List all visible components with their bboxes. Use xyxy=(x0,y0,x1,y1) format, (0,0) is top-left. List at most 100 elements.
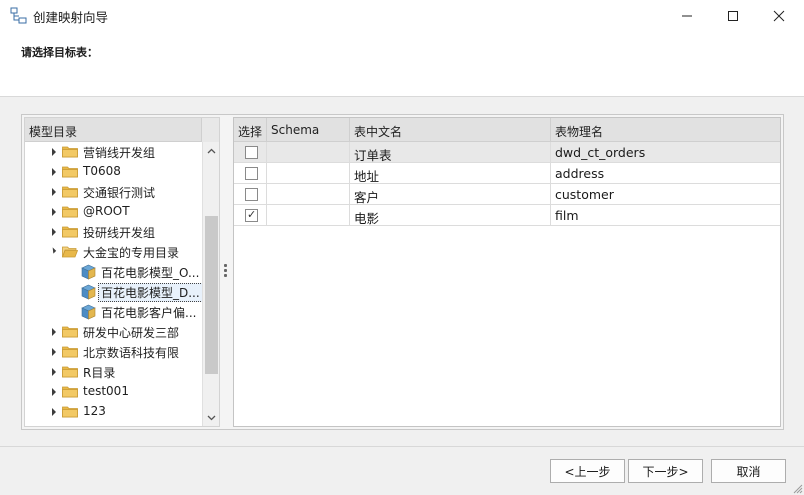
scroll-down-button[interactable] xyxy=(203,409,219,426)
physical-name-cell: address xyxy=(555,166,605,181)
collapsed-arrow-icon[interactable] xyxy=(52,408,56,416)
column-header-schema[interactable]: Schema xyxy=(267,118,350,142)
tree-item-label: 研发中心研发三部 xyxy=(83,326,180,340)
tree-model-item[interactable]: 百花电影模型_D... xyxy=(25,282,203,302)
expanded-arrow-icon[interactable] xyxy=(49,247,57,254)
cn-name-cell: 客户 xyxy=(350,184,551,205)
tree-folder-item[interactable]: 北京数语科技有限 xyxy=(25,342,202,362)
tree-item-label: 投研线开发组 xyxy=(83,226,156,240)
checkmark-icon: ✓ xyxy=(247,208,257,221)
tree-item-label: T0608 xyxy=(83,164,121,178)
folder-icon xyxy=(62,366,78,378)
window-title: 创建映射向导 xyxy=(33,10,109,25)
tree-folder-item[interactable]: test001 xyxy=(25,382,202,402)
tree-folder-item[interactable]: 研发中心研发三部 xyxy=(25,322,202,342)
tree-model-item[interactable]: 百花电影客户偏... xyxy=(25,302,202,322)
scroll-up-button[interactable] xyxy=(203,142,219,159)
tree-folder-item[interactable]: @ROOT xyxy=(25,202,202,222)
column-header-cn-name[interactable]: 表中文名 xyxy=(350,118,551,142)
schema-cell xyxy=(267,205,350,226)
tree-item-label: 百花电影客户偏... xyxy=(101,306,197,320)
table-row[interactable]: 地址 address xyxy=(234,163,780,184)
folder-icon xyxy=(62,166,78,178)
schema-cell xyxy=(267,163,350,184)
cn-name-cell: 电影 xyxy=(350,205,551,226)
folder-icon xyxy=(62,386,78,398)
collapsed-arrow-icon[interactable] xyxy=(52,148,56,156)
schema-cell xyxy=(267,184,350,205)
folder-icon xyxy=(62,146,78,158)
tree-item-label-selected: 百花电影模型_D... xyxy=(98,283,203,302)
cn-name-cell: 地址 xyxy=(350,163,551,184)
table-row[interactable]: 客户 customer xyxy=(234,184,780,205)
footer-divider xyxy=(0,446,804,447)
tree-folder-item[interactable]: 大金宝的专用目录 xyxy=(25,242,202,262)
collapsed-arrow-icon[interactable] xyxy=(52,228,56,236)
collapsed-arrow-icon[interactable] xyxy=(52,388,56,396)
schema-cell xyxy=(267,142,350,163)
physical-name-cell: customer xyxy=(555,187,614,202)
table-row[interactable]: 订单表 dwd_ct_orders xyxy=(234,142,780,163)
chevron-down-icon xyxy=(207,415,216,420)
folder-icon xyxy=(62,226,78,238)
panel-splitter[interactable] xyxy=(224,264,228,278)
folder-icon xyxy=(62,186,78,198)
tree-folder-item[interactable]: 营销线开发组 xyxy=(25,142,202,162)
tree-folder-item[interactable]: R目录 xyxy=(25,362,202,382)
tree-folder-item[interactable]: 投研线开发组 xyxy=(25,222,202,242)
chevron-up-icon xyxy=(207,148,216,153)
checkbox[interactable] xyxy=(245,167,258,180)
collapsed-arrow-icon[interactable] xyxy=(52,348,56,356)
collapsed-arrow-icon[interactable] xyxy=(52,168,56,176)
tree-item-label: R目录 xyxy=(83,366,116,380)
close-button[interactable] xyxy=(756,0,802,31)
tree-item-label: 123 xyxy=(83,404,106,418)
select-cell xyxy=(234,142,267,163)
grid-header: 选择 Schema 表中文名 表物理名 xyxy=(234,118,780,142)
collapsed-arrow-icon[interactable] xyxy=(52,368,56,376)
checkbox[interactable] xyxy=(245,188,258,201)
resize-grip-icon[interactable] xyxy=(791,482,803,494)
collapsed-arrow-icon[interactable] xyxy=(52,188,56,196)
tree-folder-item[interactable]: 交通银行测试 xyxy=(25,182,202,202)
checkbox-checked[interactable]: ✓ xyxy=(245,208,258,222)
column-header-physical-name[interactable]: 表物理名 xyxy=(551,118,780,142)
model-cube-icon xyxy=(81,304,96,320)
tree-item-label: 北京数语科技有限 xyxy=(83,346,180,360)
collapsed-arrow-icon[interactable] xyxy=(52,328,56,336)
previous-button[interactable]: <上一步 xyxy=(550,459,625,483)
tree-folder-item[interactable]: T0608 xyxy=(25,162,202,182)
minimize-icon xyxy=(682,15,692,16)
tree-item-label: 交通银行测试 xyxy=(83,186,156,200)
collapsed-arrow-icon[interactable] xyxy=(52,208,56,216)
folder-icon xyxy=(62,346,78,358)
tree-header: 模型目录 xyxy=(25,118,219,142)
mapping-wizard-icon xyxy=(10,7,27,24)
tree-item-label: test001 xyxy=(83,384,129,398)
scroll-thumb[interactable] xyxy=(205,216,218,374)
physical-name-cell: dwd_ct_orders xyxy=(555,145,646,160)
physical-name-cell: film xyxy=(555,208,579,223)
model-tree-panel: 模型目录 营销线开发组 T0608 交通银行测试 @ROOT 投研线开发组大金宝的专用目… xyxy=(24,117,220,427)
tree-folder-item[interactable]: 123 xyxy=(25,402,202,422)
checkbox[interactable] xyxy=(245,146,258,159)
model-cube-icon xyxy=(81,264,96,280)
select-cell: ✓ xyxy=(234,205,267,226)
column-header-select[interactable]: 选择 xyxy=(234,118,267,142)
tree-model-item[interactable]: 百花电影模型_O... xyxy=(25,262,202,282)
tree-header-corner xyxy=(201,118,219,142)
minimize-button[interactable] xyxy=(664,0,710,31)
tree-item-label: 大金宝的专用目录 xyxy=(83,246,180,260)
table-row[interactable]: ✓ 电影 film xyxy=(234,205,780,226)
cancel-button[interactable]: 取消 xyxy=(711,459,786,483)
maximize-button[interactable] xyxy=(710,0,756,31)
next-button[interactable]: 下一步> xyxy=(628,459,703,483)
wizard-header: 请选择目标表： xyxy=(0,31,804,97)
tree-item-label: 百花电影模型_O... xyxy=(101,266,200,280)
tree-item-label: @ROOT xyxy=(83,204,130,218)
tree-scrollbar[interactable] xyxy=(202,142,219,426)
folder-open-icon xyxy=(62,246,78,258)
folder-icon xyxy=(62,206,78,218)
close-icon xyxy=(773,10,785,21)
folder-icon xyxy=(62,406,78,418)
